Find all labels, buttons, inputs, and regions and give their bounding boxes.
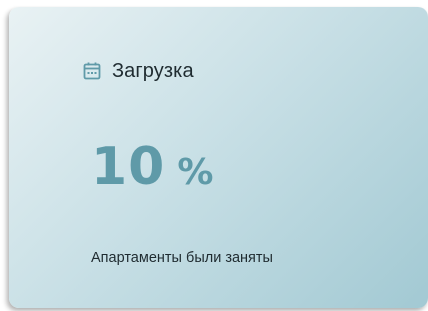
calendar-icon — [82, 61, 102, 81]
occupancy-number: 10 — [91, 137, 166, 197]
occupancy-card: Загрузка 10 % Апартаменты были заняты — [9, 7, 428, 308]
card-title: Загрузка — [112, 59, 194, 82]
occupancy-unit: % — [177, 152, 214, 193]
card-header: Загрузка — [82, 59, 194, 83]
occupancy-value: 10 % — [91, 137, 213, 197]
card-caption: Апартаменты были заняты — [91, 250, 273, 266]
